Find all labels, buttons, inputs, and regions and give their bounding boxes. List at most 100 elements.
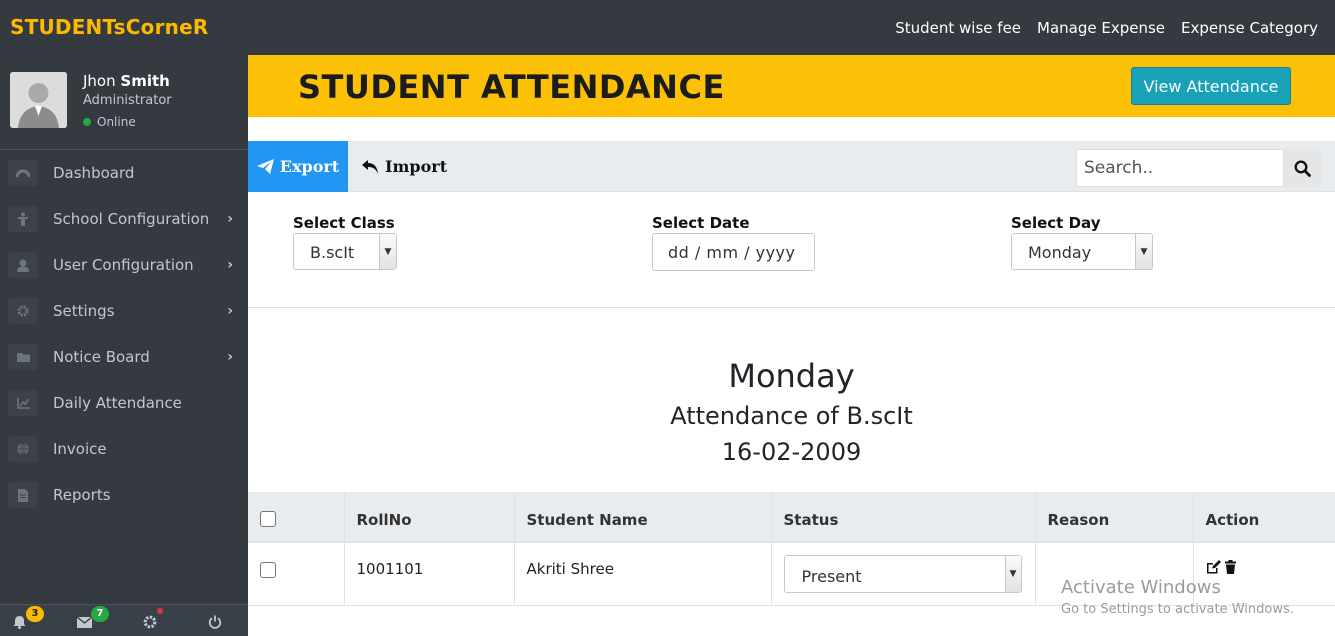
day-select[interactable]: Monday ▼: [1011, 233, 1153, 270]
sidebar-item-label: Notice Board: [53, 348, 150, 366]
settings-alert-dot: [157, 608, 163, 614]
folder-icon: [8, 344, 38, 370]
user-first-name: Jhon: [83, 72, 116, 90]
select-day-group: Select Day Monday ▼: [1011, 214, 1153, 270]
sidebar-item-school-configuration[interactable]: School Configuration ›: [0, 196, 248, 242]
header-action: Action: [1193, 492, 1335, 543]
sidebar-item-reports[interactable]: Reports: [0, 472, 248, 518]
select-class-label: Select Class: [293, 214, 395, 232]
select-all-checkbox[interactable]: [260, 510, 276, 527]
row-actions: [1206, 560, 1335, 578]
sidebar-item-daily-attendance[interactable]: Daily Attendance: [0, 380, 248, 426]
sidebar-menu: Dashboard School Configuration › User Co…: [0, 150, 248, 518]
chart-icon: [8, 390, 38, 416]
view-attendance-button[interactable]: View Attendance: [1131, 67, 1291, 105]
date-input[interactable]: dd / mm / yyyy: [652, 233, 815, 271]
status-select[interactable]: Present ▼: [783, 555, 1022, 593]
select-date-group: Select Date dd / mm / yyyy: [652, 214, 815, 271]
nav-student-wise-fee[interactable]: Student wise fee: [895, 19, 1021, 37]
attendance-day-heading: Monday: [728, 357, 855, 395]
class-select[interactable]: B.scIt ▼: [293, 233, 397, 270]
sidebar-item-label: Invoice: [53, 440, 107, 458]
edit-icon[interactable]: [1206, 560, 1221, 578]
sidebar-item-invoice[interactable]: Invoice: [0, 426, 248, 472]
sidebar-item-label: Daily Attendance: [53, 394, 182, 412]
status-select-value: Present: [801, 567, 862, 586]
activate-windows-watermark: Activate Windows Go to Settings to activ…: [1061, 577, 1294, 617]
watermark-title: Activate Windows: [1061, 577, 1221, 598]
filter-panel: Select Class B.scIt ▼ Select Date dd / m…: [248, 192, 1335, 308]
export-label: Export: [279, 157, 340, 176]
sidebar-item-notice-board[interactable]: Notice Board ›: [0, 334, 248, 380]
user-role: Administrator: [83, 93, 172, 108]
toolbar: Export Import: [248, 141, 1335, 192]
file-icon: [8, 482, 38, 508]
rollno-cell: 1001101: [344, 542, 515, 606]
chevron-right-icon: ›: [227, 211, 233, 227]
sidebar-item-dashboard[interactable]: Dashboard: [0, 150, 248, 196]
user-panel: Jhon Smith Administrator Online: [0, 55, 248, 150]
page-header: STUDENT ATTENDANCE View Attendance: [248, 55, 1335, 117]
nav-manage-expense[interactable]: Manage Expense: [1037, 19, 1165, 37]
header-student-name: Student Name: [514, 492, 772, 543]
search-icon: [1294, 160, 1311, 177]
sidebar-item-label: Reports: [53, 486, 111, 504]
chevron-down-icon: ▼: [1004, 556, 1021, 592]
search-button[interactable]: [1284, 149, 1321, 187]
chevron-right-icon: ›: [227, 303, 233, 319]
gear-icon: [8, 298, 38, 324]
chalkboard-icon: [8, 206, 38, 232]
row-checkbox[interactable]: [260, 562, 276, 578]
main-content: STUDENT ATTENDANCE View Attendance Expor…: [248, 55, 1335, 636]
select-date-label: Select Date: [652, 214, 750, 232]
sidebar-item-settings[interactable]: Settings ›: [0, 288, 248, 334]
page-title: STUDENT ATTENDANCE: [298, 68, 725, 106]
class-select-value: B.scIt: [310, 243, 355, 262]
table-header-row: RollNo Student Name Status Reason Action: [248, 492, 1335, 543]
chevron-right-icon: ›: [227, 257, 233, 273]
sidebar-item-user-configuration[interactable]: User Configuration ›: [0, 242, 248, 288]
sidebar-item-label: Settings: [53, 302, 115, 320]
user-last-name: Smith: [120, 72, 170, 90]
sidebar-item-label: User Configuration: [53, 256, 194, 274]
user-icon: [8, 252, 38, 278]
chevron-right-icon: ›: [227, 349, 233, 365]
export-button[interactable]: Export: [248, 141, 348, 192]
select-class-group: Select Class B.scIt ▼: [293, 214, 397, 270]
paper-plane-icon: [256, 159, 274, 174]
sidebar-footer: 3 7: [0, 604, 248, 636]
import-label: Import: [385, 157, 448, 176]
day-select-value: Monday: [1028, 243, 1092, 262]
user-status-label: Online: [97, 115, 136, 129]
header-status: Status: [771, 492, 1036, 543]
message-badge: 7: [91, 606, 109, 622]
status-cell: Present ▼: [771, 542, 1036, 606]
row-checkbox-cell: [248, 542, 345, 606]
top-nav-links: Student wise fee Manage Expense Expense …: [895, 19, 1318, 37]
import-button[interactable]: Import: [362, 141, 447, 192]
globe-icon: [8, 436, 38, 462]
search-input[interactable]: [1076, 149, 1284, 187]
sidebar: Jhon Smith Administrator Online Dashboar…: [0, 55, 248, 636]
nav-expense-category[interactable]: Expense Category: [1181, 19, 1318, 37]
chevron-down-icon: ▼: [379, 234, 396, 269]
brand-logo[interactable]: STUDENTsCorneR: [10, 15, 208, 39]
header-rollno: RollNo: [344, 492, 515, 543]
sidebar-item-label: School Configuration: [53, 210, 210, 228]
trash-icon[interactable]: [1224, 560, 1236, 578]
top-navbar: STUDENTsCorneR Student wise fee Manage E…: [0, 0, 1335, 55]
gear-icon[interactable]: [141, 613, 159, 631]
select-all-header: [248, 492, 345, 543]
reply-icon: [362, 159, 378, 174]
chevron-down-icon: ▼: [1135, 234, 1152, 269]
online-dot-icon: [83, 118, 91, 126]
power-icon[interactable]: [206, 613, 224, 631]
attendance-class-heading: Attendance of B.scIt: [670, 402, 913, 430]
sidebar-item-label: Dashboard: [53, 164, 135, 182]
notification-badge: 3: [26, 606, 44, 622]
attendance-date-heading: 16-02-2009: [721, 438, 862, 466]
avatar: [10, 72, 67, 128]
header-reason: Reason: [1035, 492, 1194, 543]
dashboard-icon: [8, 160, 38, 186]
select-day-label: Select Day: [1011, 214, 1101, 232]
